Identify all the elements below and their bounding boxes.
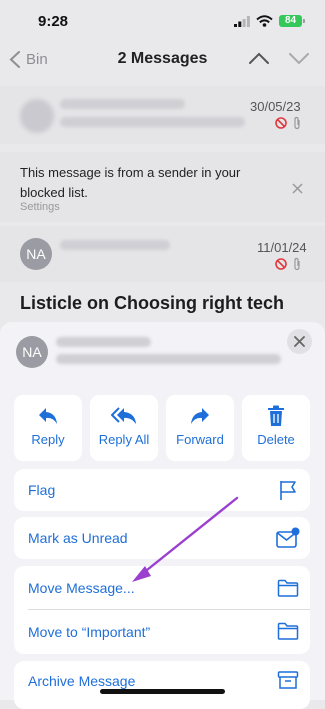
mark-as-unread-label: Mark as Unread (28, 530, 128, 546)
forward-button[interactable]: Forward (166, 395, 234, 461)
page-title: 2 Messages (117, 50, 208, 67)
message-date: 30/05/23 (250, 99, 301, 114)
cellular-signal-icon (234, 16, 250, 27)
flag-icon (280, 481, 296, 500)
sheet-avatar: NA (16, 336, 48, 368)
wifi-icon (256, 15, 273, 27)
blocked-icon (275, 258, 287, 270)
subject-blurred (56, 354, 281, 364)
reply-label: Reply (31, 432, 65, 447)
sender-name-blurred (60, 99, 185, 109)
flag-label: Flag (28, 482, 56, 498)
chevron-down-icon[interactable] (289, 53, 309, 65)
archive-message-label: Archive Message (28, 673, 136, 689)
forward-icon (191, 408, 209, 424)
blocked-sender-text: This message is from a sender in your bl… (20, 165, 241, 200)
home-indicator (100, 689, 225, 694)
reply-all-icon (111, 407, 136, 424)
delete-label: Delete (257, 432, 295, 447)
settings-link[interactable]: Settings (20, 201, 60, 213)
flag-row[interactable] (14, 469, 310, 511)
forward-label: Forward (176, 432, 224, 447)
battery-indicator: 84 (279, 15, 302, 27)
avatar (20, 99, 54, 133)
delete-button[interactable]: Delete (242, 395, 310, 461)
chevron-up-icon[interactable] (249, 52, 269, 64)
subject-blurred (60, 117, 245, 127)
attachment-icon (294, 116, 300, 130)
trash-icon (268, 405, 284, 426)
move-message-label: Move Message... (28, 580, 135, 596)
attachment-icon (294, 257, 300, 271)
battery-tip (303, 19, 305, 23)
status-time: 9:28 (38, 13, 69, 30)
unread-envelope-icon (276, 527, 300, 548)
reply-all-label: Reply All (98, 432, 150, 447)
sender-name-blurred (60, 240, 170, 250)
reply-button[interactable]: Reply (14, 395, 82, 461)
reply-icon (39, 408, 57, 424)
move-to-important-label: Move to “Important” (28, 624, 151, 640)
close-icon[interactable] (292, 183, 303, 194)
folder-icon (277, 579, 299, 597)
archive-box-icon (277, 671, 299, 689)
close-icon (294, 336, 305, 347)
avatar: NA (20, 238, 52, 270)
message-subject: Listicle on Choosing right tech (20, 293, 285, 313)
reply-all-button[interactable]: Reply All (90, 395, 158, 461)
message-date: 11/01/24 (257, 240, 307, 255)
blocked-icon (275, 117, 287, 129)
folder-icon (277, 622, 299, 640)
sender-name-blurred (56, 337, 151, 347)
close-button[interactable] (287, 329, 312, 354)
